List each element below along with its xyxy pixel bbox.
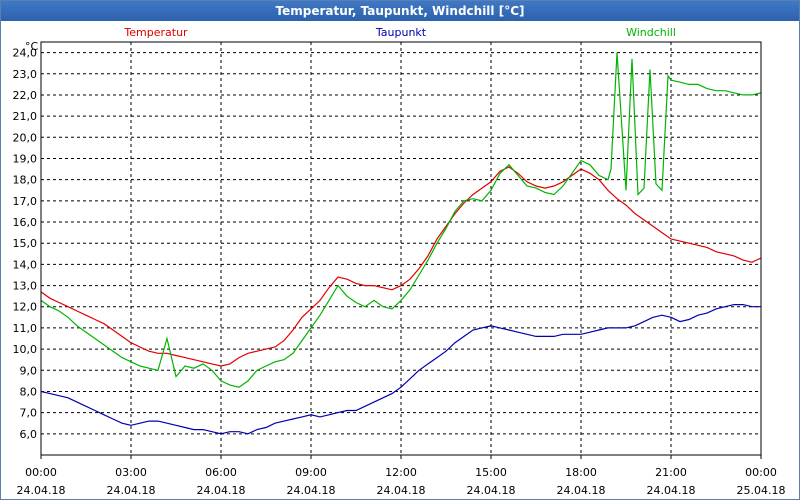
- y-tick-label: 22,0: [13, 89, 38, 102]
- y-tick-label: 8,0: [20, 385, 38, 398]
- x-tick-date: 24.04.18: [467, 484, 516, 497]
- y-tick-label: 10,0: [13, 343, 38, 356]
- y-tick-label: 18,0: [13, 174, 38, 187]
- y-tick-label: 20,0: [13, 131, 38, 144]
- legend: Temperatur Taupunkt Windchill: [123, 26, 676, 39]
- y-tick-label: 13,0: [13, 280, 38, 293]
- y-tick-label: 6,0: [20, 428, 38, 441]
- grid-layer: [41, 42, 761, 455]
- y-tick-label: 16,0: [13, 216, 38, 229]
- y-tick-label: 19,0: [13, 152, 38, 165]
- x-tick-date: 24.04.18: [107, 484, 156, 497]
- x-tick-time: 21:00: [655, 466, 687, 479]
- window-title: Temperatur, Taupunkt, Windchill [°C]: [1, 1, 799, 21]
- y-axis-ticks: 6,0 7,0 8,0 9,0 10,0 11,0 12,0 13,0 14,0 15,0 16,0…: [13, 47, 38, 441]
- y-tick-label: 17,0: [13, 195, 38, 208]
- y-tick-label: 7,0: [20, 407, 38, 420]
- legend-taupunkt: Taupunkt: [375, 26, 427, 39]
- y-tick-label: 12,0: [13, 301, 38, 314]
- y-tick-label: 23,0: [13, 68, 38, 81]
- x-tick-time: 06:00: [205, 466, 237, 479]
- x-axis-ticks: 00:00 24.04.18 03:00 24.04.18 06:00 24.04.18 0…: [17, 455, 786, 497]
- x-tick-time: 12:00: [385, 466, 417, 479]
- x-tick-date: 24.04.18: [557, 484, 606, 497]
- x-tick-time: 03:00: [115, 466, 147, 479]
- x-tick-date: 24.04.18: [647, 484, 696, 497]
- x-tick-date: 24.04.18: [377, 484, 426, 497]
- y-axis-label: °C: [25, 40, 39, 53]
- x-tick-date: 24.04.18: [17, 484, 66, 497]
- x-tick-time: 09:00: [295, 466, 327, 479]
- x-tick-time: 18:00: [565, 466, 597, 479]
- x-tick-date: 24.04.18: [287, 484, 336, 497]
- y-tick-label: 21,0: [13, 110, 38, 123]
- legend-windchill: Windchill: [626, 26, 676, 39]
- y-tick-label: 11,0: [13, 322, 38, 335]
- y-tick-label: 9,0: [20, 364, 38, 377]
- x-tick-time: 15:00: [475, 466, 507, 479]
- legend-temperatur: Temperatur: [123, 26, 188, 39]
- y-tick-label: 15,0: [13, 237, 38, 250]
- y-tick-label: 14,0: [13, 258, 38, 271]
- chart-window: Temperatur, Taupunkt, Windchill [°C] 6,0…: [0, 0, 800, 500]
- x-tick-date: 25.04.18: [737, 484, 786, 497]
- x-tick-date: 24.04.18: [197, 484, 246, 497]
- x-tick-time: 00:00: [745, 466, 777, 479]
- line-chart: 6,0 7,0 8,0 9,0 10,0 11,0 12,0 13,0 14,0 15,0 16,0…: [13, 26, 786, 497]
- x-tick-time: 00:00: [25, 466, 57, 479]
